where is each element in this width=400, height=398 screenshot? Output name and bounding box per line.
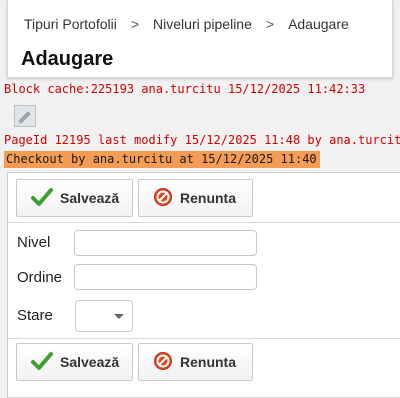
cancel-button-label: Renunta — [180, 190, 236, 206]
page-header: Tipuri Portofolii > Niveluri pipeline > … — [7, 0, 393, 78]
breadcrumb-item-adaugare: Adaugare — [288, 16, 349, 32]
save-button-top[interactable]: Salvează — [16, 179, 133, 217]
save-button-bottom[interactable]: Salvează — [16, 343, 133, 381]
breadcrumb: Tipuri Portofolii > Niveluri pipeline > … — [24, 16, 349, 32]
chevron-down-icon — [114, 314, 124, 319]
block-cache-info: Block cache:225193 ana.turcitu 15/12/202… — [4, 82, 366, 96]
checkout-badge: Checkout by ana.turcitu at 15/12/2025 11… — [4, 151, 320, 168]
breadcrumb-item-niveluri-pipeline[interactable]: Niveluri pipeline — [153, 16, 252, 32]
checkmark-icon — [31, 351, 53, 374]
breadcrumb-item-tipuri-portofolii[interactable]: Tipuri Portofolii — [24, 16, 117, 32]
save-button-label: Salvează — [60, 354, 120, 370]
breadcrumb-separator: > — [265, 16, 275, 32]
page-title: Adaugare — [21, 48, 114, 70]
ordine-label: Ordine — [17, 269, 63, 286]
cancel-button-label: Renunta — [180, 354, 236, 370]
stare-select[interactable] — [75, 300, 133, 332]
breadcrumb-separator: > — [130, 16, 140, 32]
cancel-circle-icon — [153, 351, 173, 374]
stare-label: Stare — [17, 307, 53, 324]
cancel-button-top[interactable]: Renunta — [138, 179, 253, 217]
edit-pencil-icon[interactable] — [14, 105, 36, 127]
page-modify-info: PageId 12195 last modify 15/12/2025 11:4… — [4, 133, 400, 147]
nivel-input[interactable] — [74, 230, 257, 256]
divider — [7, 222, 400, 223]
save-button-label: Salvează — [60, 190, 120, 206]
checkmark-icon — [31, 187, 53, 210]
cancel-button-bottom[interactable]: Renunta — [138, 343, 253, 381]
nivel-label: Nivel — [17, 234, 51, 251]
divider — [7, 338, 400, 339]
cancel-circle-icon — [153, 187, 173, 210]
ordine-input[interactable] — [74, 264, 257, 290]
